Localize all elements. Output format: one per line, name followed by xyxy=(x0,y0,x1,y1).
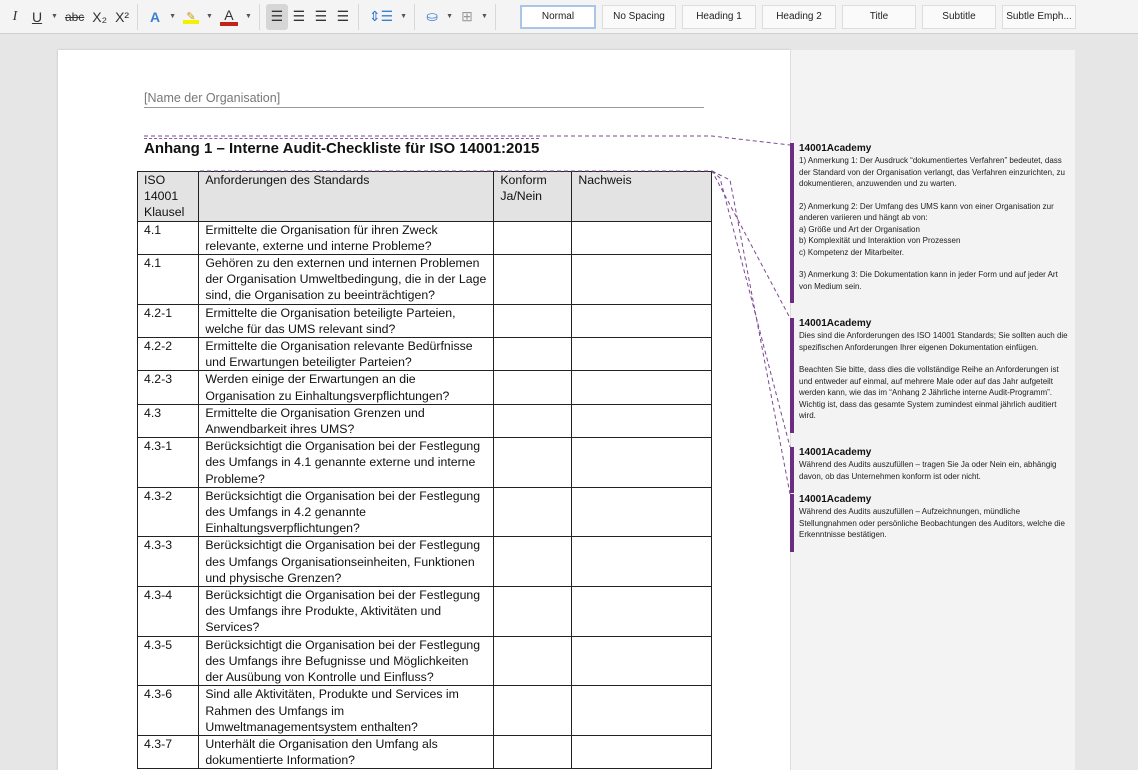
comment-text: 3) Anmerkung 3: Die Dokumentation kann i… xyxy=(799,270,1058,291)
comment[interactable]: 14001Academy Dies sind die Anforderungen … xyxy=(790,318,1070,433)
comment-text: 2) Anmerkung 2: Der Umfang des UMS kann … xyxy=(799,201,1054,257)
comment-text: 1) Anmerkung 1: Der Ausdruck “dokumentie… xyxy=(799,156,1065,188)
comment-text: Beachten Sie bitte, dass dies die vollst… xyxy=(799,365,1059,420)
comment-text: Dies sind die Anforderungen des ISO 1400… xyxy=(799,331,1068,352)
comment-text: Während des Audits auszufüllen – Aufzeic… xyxy=(799,507,1065,539)
comment-author: 14001Academy xyxy=(799,143,872,154)
comment-author: 14001Academy xyxy=(799,447,872,458)
comment-text: Während des Audits auszufüllen – tragen … xyxy=(799,460,1057,481)
comment[interactable]: 14001Academy 1) Anmerkung 1: Der Ausdruck… xyxy=(790,143,1070,303)
comment[interactable]: 14001Academy Während des Audits auszufüll… xyxy=(790,494,1070,552)
comment[interactable]: 14001Academy Während des Audits auszufüll… xyxy=(790,447,1070,493)
comment-author: 14001Academy xyxy=(799,318,872,329)
comment-author: 14001Academy xyxy=(799,494,872,505)
